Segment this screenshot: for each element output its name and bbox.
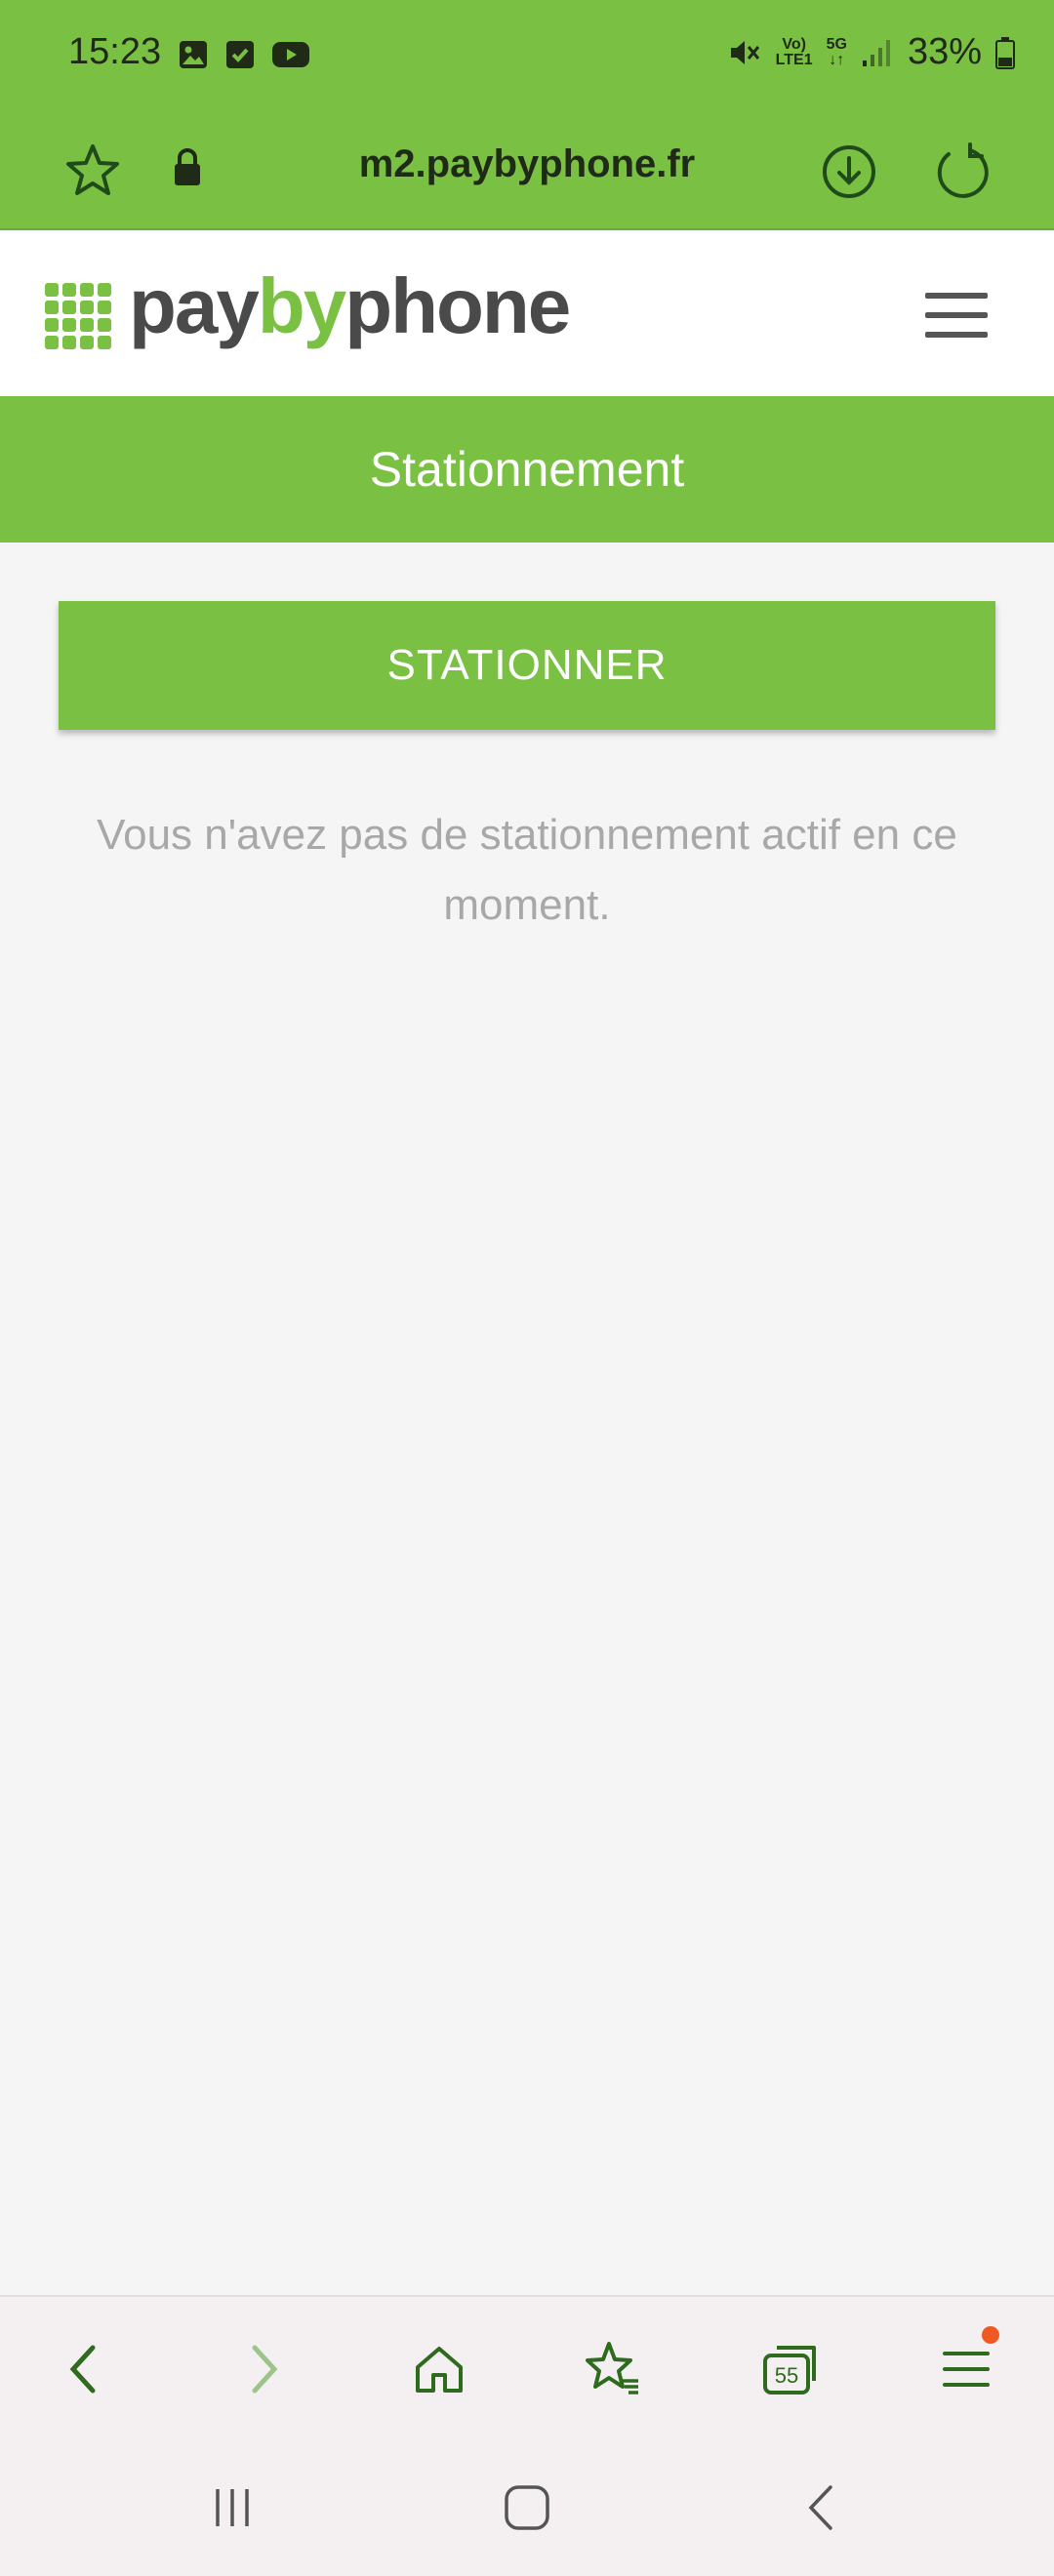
home-button[interactable]: [400, 2330, 478, 2408]
reload-icon[interactable]: [931, 141, 992, 201]
status-time: 15:23: [68, 31, 162, 72]
home-icon: [416, 2347, 463, 2393]
home-system-button[interactable]: [488, 2478, 566, 2537]
paybyphone-logo-icon: [45, 283, 111, 349]
back-system-button[interactable]: [783, 2478, 861, 2537]
5g-indicator: 5G ↓↑: [826, 35, 847, 68]
battery-icon: [995, 36, 1015, 69]
back-arrow-icon: [808, 2485, 832, 2530]
recent-apps-button[interactable]: [193, 2478, 271, 2537]
notification-dot: [982, 2326, 999, 2344]
section-title-bar: Stationnement: [0, 396, 1054, 543]
forward-button[interactable]: [224, 2330, 303, 2408]
paybyphone-logo[interactable]: paybyphone: [129, 262, 571, 351]
url-display[interactable]: m2.paybyphone.fr: [0, 142, 1054, 186]
site-header: paybyphone: [0, 232, 1054, 396]
chevron-left-icon: [69, 2345, 96, 2394]
bookmarks-button[interactable]: [574, 2330, 652, 2408]
bookmarks-star-icon: [586, 2342, 638, 2395]
recent-apps-icon: [216, 2489, 249, 2526]
youtube-icon: [272, 42, 309, 67]
download-icon[interactable]: [820, 142, 878, 201]
system-navigation-bar: [0, 2439, 1054, 2576]
status-system-icons: Vo) LTE1 5G ↓↑ 33%: [727, 31, 1015, 73]
tabs-button[interactable]: 55: [751, 2330, 830, 2408]
gallery-icon: [180, 41, 207, 68]
status-bar: 15:23 Vo) LTE1 5G ↓↑ 33%: [0, 0, 1054, 115]
back-button[interactable]: [45, 2330, 123, 2408]
signal-icon: [862, 39, 890, 66]
page-title: Stationnement: [369, 442, 685, 497]
chevron-right-icon: [252, 2345, 278, 2394]
status-notification-icons: [178, 39, 310, 70]
browser-toolbar: 55: [0, 2295, 1054, 2439]
volte-indicator: Vo) LTE1: [775, 35, 813, 68]
battery-percent: 33%: [907, 31, 982, 72]
menu-lines-icon: [943, 2352, 990, 2387]
browser-menu-button[interactable]: [927, 2326, 1005, 2408]
empty-state-message: Vous n'avez pas de stationnement actif e…: [97, 811, 957, 929]
park-button[interactable]: STATIONNER: [59, 601, 995, 730]
browser-address-bar: m2.paybyphone.fr: [0, 115, 1054, 230]
checkbox-icon: [226, 41, 254, 68]
tabs-icon: 55: [763, 2346, 816, 2395]
svg-text:55: 55: [775, 2363, 798, 2388]
menu-icon[interactable]: [925, 293, 988, 338]
home-square-icon: [505, 2485, 549, 2530]
mute-icon: [730, 40, 759, 64]
